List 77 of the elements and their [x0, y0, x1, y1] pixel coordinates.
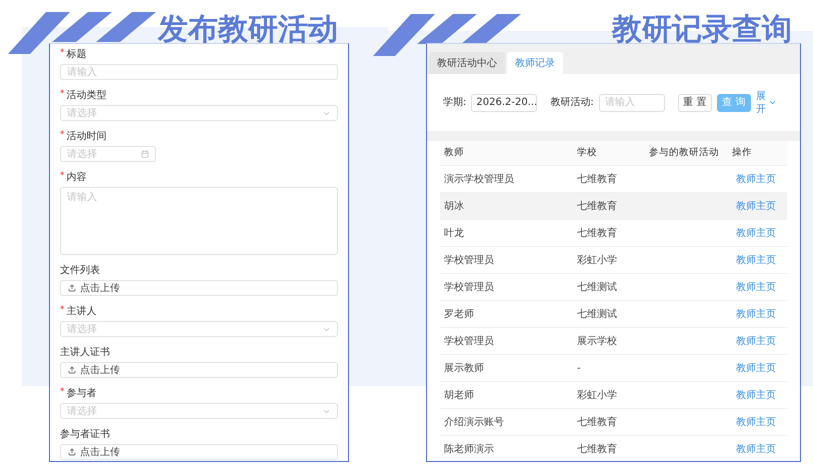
field-label: 活动类型: [66, 88, 106, 102]
table-cell-text: 七维教育: [577, 172, 618, 186]
field-label: 标题: [66, 48, 86, 62]
table-cell-text: 七维测试: [577, 308, 618, 322]
filter-label: 教研活动:: [550, 96, 594, 110]
table-cell-text: -: [577, 362, 582, 376]
activity-input[interactable]: 请输入: [598, 94, 665, 112]
chevron-down-icon: [768, 98, 777, 107]
date-field[interactable]: 请选择: [60, 146, 156, 162]
table-cell-text: 学校管理员: [444, 254, 495, 268]
field-label: 参与者: [66, 386, 96, 400]
homepage-link[interactable]: 教师主页: [732, 252, 783, 268]
column-header: 学校: [577, 146, 598, 160]
select-field[interactable]: 请选择: [60, 321, 338, 337]
homepage-link[interactable]: 教师主页: [732, 442, 783, 456]
required-mark: *: [60, 129, 64, 142]
homepage-link[interactable]: 教师主页: [732, 172, 783, 186]
table-cell-text: 七维教育: [577, 416, 618, 430]
table-cell-text: 七维教育: [577, 226, 618, 240]
textarea-field[interactable]: 请输入: [60, 187, 338, 255]
field-label: 参与者证书: [60, 428, 110, 442]
homepage-link[interactable]: 教师主页: [732, 360, 783, 376]
column-header: 操作: [732, 146, 753, 160]
section-title: 教研记录查询: [612, 11, 792, 49]
field-label: 主讲人证书: [60, 346, 110, 360]
search-button[interactable]: 查 询: [716, 94, 751, 112]
reset-button[interactable]: 重 置: [678, 94, 712, 112]
select-field[interactable]: 请选择: [60, 105, 338, 121]
required-mark: *: [60, 47, 64, 60]
homepage-link[interactable]: 教师主页: [732, 414, 783, 430]
homepage-link[interactable]: 教师主页: [732, 280, 783, 294]
column-header: 教师: [444, 146, 465, 160]
homepage-link[interactable]: 教师主页: [732, 306, 783, 322]
term-select[interactable]: 2026.2-20...: [471, 94, 538, 112]
table-cell-text: 胡冰: [444, 200, 465, 214]
upload-icon: [68, 366, 76, 374]
tab[interactable]: 教师记录: [507, 52, 563, 74]
filter-label: 学期:: [443, 96, 466, 110]
table-cell-text: 叶龙: [444, 226, 465, 240]
upload-icon: [68, 284, 76, 292]
table-cell-text: 胡老师: [444, 388, 475, 402]
table-cell-text: 演示学校管理员: [444, 172, 515, 186]
section-title: 发布教研活动: [158, 11, 338, 49]
input-field[interactable]: 请输入: [60, 64, 338, 80]
tab[interactable]: 教研活动中心: [429, 52, 505, 74]
table-cell-text: 彩虹小学: [577, 388, 618, 402]
table-cell-text: 彩虹小学: [577, 254, 618, 268]
homepage-link[interactable]: 教师主页: [732, 198, 783, 214]
select-field[interactable]: 请选择: [60, 403, 338, 419]
table-cell-text: 学校管理员: [444, 280, 495, 294]
required-mark: *: [60, 386, 64, 400]
table-cell-text: 展示学校: [577, 334, 618, 348]
upload-button[interactable]: 点击上传: [60, 362, 338, 378]
table-cell-text: 学校管理员: [444, 334, 495, 348]
homepage-link[interactable]: 教师主页: [732, 388, 783, 402]
table-cell-text: 展示教师: [444, 362, 485, 376]
upload-icon: [68, 448, 76, 456]
field-label: 文件列表: [60, 264, 100, 278]
required-mark: *: [60, 170, 64, 184]
homepage-link[interactable]: 教师主页: [732, 226, 783, 240]
field-label: 活动时间: [66, 130, 106, 144]
table-cell-text: 七维测试: [577, 280, 618, 294]
homepage-link[interactable]: 教师主页: [732, 334, 783, 348]
table-cell-text: 七维教育: [577, 442, 618, 456]
field-label: 主讲人: [66, 304, 96, 318]
table-cell-text: 七维教育: [577, 200, 618, 214]
required-mark: *: [60, 304, 64, 318]
upload-button[interactable]: 点击上传: [60, 444, 338, 460]
table-cell-text: 介绍演示账号: [444, 416, 505, 430]
column-header: 参与的教研活动: [649, 146, 720, 160]
upload-button[interactable]: 点击上传: [60, 280, 338, 296]
table-cell-text: 陈老师演示: [444, 442, 495, 456]
field-label: 内容: [66, 170, 86, 184]
expand-link[interactable]: 展开: [756, 90, 766, 116]
required-mark: *: [60, 88, 64, 102]
calendar-icon: [141, 150, 149, 158]
table-cell-text: 罗老师: [444, 308, 475, 322]
